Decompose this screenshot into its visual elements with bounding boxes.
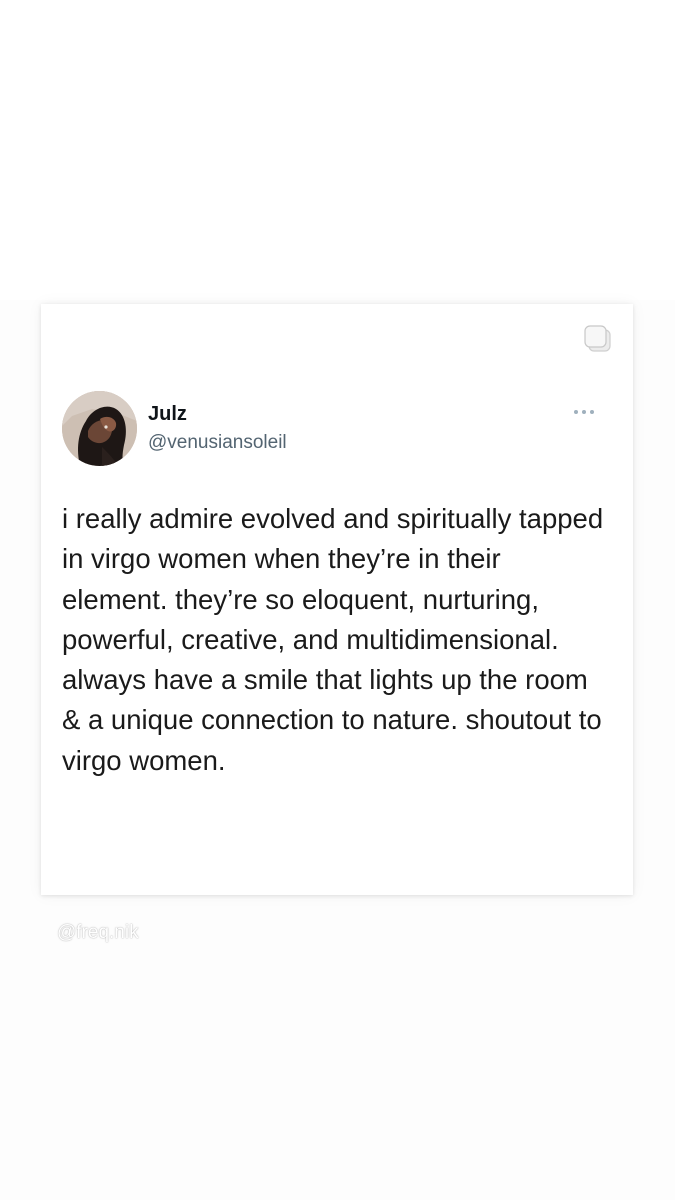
copy-icon[interactable] (583, 324, 613, 354)
author-name[interactable]: Julz (148, 403, 187, 426)
more-options-icon[interactable] (571, 405, 597, 417)
author-handle[interactable]: @venusiansoleil (148, 432, 287, 454)
avatar[interactable] (62, 391, 137, 466)
watermark: @freq.nik (57, 922, 139, 943)
tweet-card: Julz @venusiansoleil i really admire evo… (41, 304, 633, 895)
tweet-text: i really admire evolved and spiritually … (62, 503, 604, 776)
